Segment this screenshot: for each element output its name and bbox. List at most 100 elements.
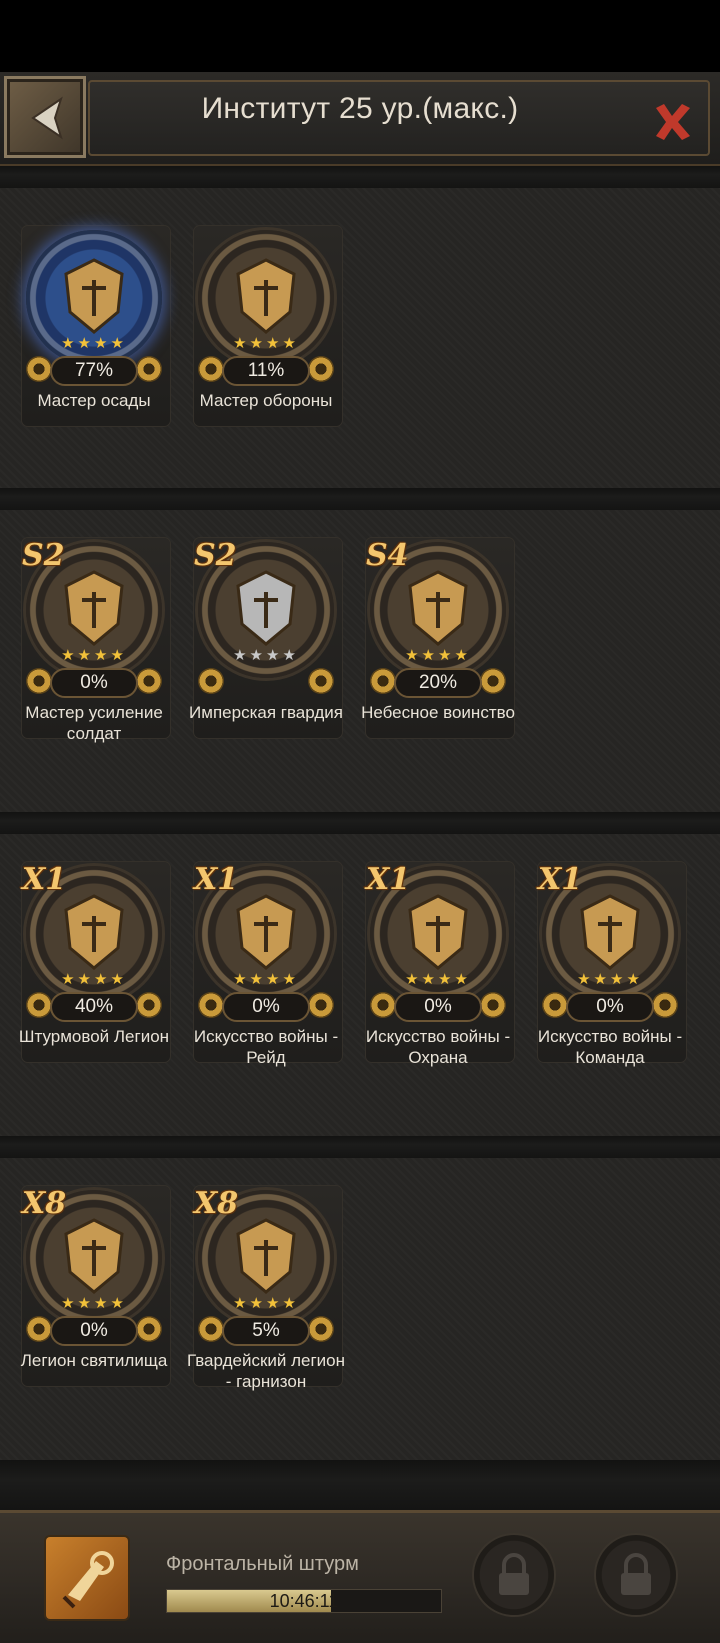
- plumed-helmet-icon: [64, 1218, 124, 1294]
- star-icon: ★: [405, 647, 422, 664]
- star-icon: ★: [577, 971, 594, 988]
- skill-name: Имперская гвардия: [189, 703, 343, 722]
- gear-icon: [136, 668, 162, 694]
- gear-icon: [542, 992, 568, 1018]
- skill-stars: ★★★★: [564, 970, 656, 988]
- gear-icon: [136, 356, 162, 382]
- gear-icon: [198, 356, 224, 382]
- gear-icon: [308, 1316, 334, 1342]
- skill-grade: X8: [194, 1186, 239, 1221]
- skill-grade: X1: [366, 862, 411, 897]
- skill-card[interactable]: ★★★★ 11% Мастер обороны: [186, 220, 346, 430]
- locked-slot[interactable]: [596, 1535, 676, 1615]
- skill-percent: 0%: [566, 992, 654, 1022]
- star-icon: ★: [94, 647, 111, 664]
- skill-percent: 20%: [394, 668, 482, 698]
- gear-icon: [26, 1316, 52, 1342]
- skill-card[interactable]: X1 ★★★★ 0% Искусство войны - Рейд: [186, 856, 346, 1067]
- star-icon: ★: [438, 647, 455, 664]
- skill-percent: 0%: [50, 668, 138, 698]
- star-icon: ★: [454, 971, 471, 988]
- skill-name: Штурмовой Легион: [18, 1027, 170, 1046]
- back-button[interactable]: [4, 76, 86, 158]
- star-icon: ★: [77, 335, 94, 352]
- skill-card[interactable]: ★★★★ 77% Мастер осады: [14, 220, 174, 430]
- crusader-helmet-icon: [408, 570, 468, 646]
- skill-percent: 0%: [394, 992, 482, 1022]
- skill-card[interactable]: X8 ★★★★ 0% Легион святилища: [14, 1180, 174, 1390]
- skill-card[interactable]: S4 ★★★★ 20% Небесное воинство: [358, 532, 518, 742]
- star-icon: ★: [282, 647, 299, 664]
- skill-card[interactable]: X1 ★★★★ 0% Искусство войны - Команда: [530, 856, 690, 1067]
- skill-stars: ★★★★: [48, 970, 140, 988]
- star-icon: ★: [282, 335, 299, 352]
- star-icon: ★: [233, 647, 250, 664]
- locked-slot[interactable]: [474, 1535, 554, 1615]
- star-icon: ★: [249, 971, 266, 988]
- star-icon: ★: [233, 335, 250, 352]
- star-icon: ★: [593, 971, 610, 988]
- section-divider: [0, 488, 720, 510]
- skill-stars: ★★★★: [48, 334, 140, 352]
- star-icon: ★: [94, 335, 111, 352]
- skill-name: Искусство войны - Рейд: [193, 1027, 339, 1067]
- star-icon: ★: [249, 1295, 266, 1312]
- skill-grade: X1: [22, 862, 67, 897]
- star-icon: ★: [438, 971, 455, 988]
- research-timer: 10:46:11: [269, 1591, 339, 1611]
- star-icon: ★: [77, 1295, 94, 1312]
- skill-name: Искусство войны - Охрана: [365, 1027, 511, 1067]
- crossed-axes-icon: [408, 894, 468, 970]
- gear-icon: [26, 668, 52, 694]
- header: Институт 25 ур.(макс.): [0, 72, 720, 167]
- skill-card[interactable]: S2 ★★★★ Имперская гвардия: [186, 532, 346, 742]
- gear-icon: [370, 992, 396, 1018]
- star-icon: ★: [249, 647, 266, 664]
- gear-icon: [370, 668, 396, 694]
- skill-stars: ★★★★: [220, 1294, 312, 1312]
- star-icon: ★: [233, 1295, 250, 1312]
- lock-icon: [499, 1553, 529, 1595]
- section-divider: [0, 1460, 720, 1510]
- skill-grade: X8: [22, 1186, 67, 1221]
- section-divider: [0, 812, 720, 834]
- skill-percent: 0%: [222, 992, 310, 1022]
- gear-icon: [136, 992, 162, 1018]
- star-icon: ★: [266, 647, 283, 664]
- star-icon: ★: [626, 971, 643, 988]
- star-icon: ★: [61, 647, 78, 664]
- war-horns-icon: [580, 894, 640, 970]
- skill-card[interactable]: S2 ★★★★ 0% Мастер усиление солдат: [14, 532, 174, 743]
- star-icon: ★: [610, 971, 627, 988]
- tower-icon: [236, 258, 296, 334]
- skill-percent: 11%: [222, 356, 310, 386]
- star-icon: ★: [110, 1295, 127, 1312]
- skill-name: Небесное воинство: [361, 703, 515, 722]
- star-icon: ★: [94, 971, 111, 988]
- skill-percent: 5%: [222, 1316, 310, 1346]
- star-icon: ★: [266, 335, 283, 352]
- skill-grade: S2: [194, 538, 237, 573]
- skill-grade: X1: [194, 862, 239, 897]
- gear-icon: [136, 1316, 162, 1342]
- skill-percent: 0%: [50, 1316, 138, 1346]
- gear-icon: [26, 356, 52, 382]
- star-icon: ★: [61, 971, 78, 988]
- skill-card[interactable]: X1 ★★★★ 0% Искусство войны - Охрана: [358, 856, 518, 1067]
- close-button[interactable]: [650, 100, 694, 144]
- horn-icon[interactable]: [46, 1537, 128, 1619]
- section-divider: [0, 1136, 720, 1158]
- gauntlet-icon: [64, 570, 124, 646]
- page-title: Институт 25 ур.(макс.): [201, 92, 519, 125]
- skill-name: Легион святилища: [20, 1351, 168, 1370]
- skill-stars: ★★★★: [392, 970, 484, 988]
- skill-grade: S2: [22, 538, 65, 573]
- skill-percent: 77%: [50, 356, 138, 386]
- skill-card[interactable]: X8 ★★★★ 5% Гвардейский легион - гарнизон: [186, 1180, 346, 1391]
- skill-stars: ★★★★: [220, 970, 312, 988]
- skill-card[interactable]: X1 ★★★★ 40% Штурмовой Легион: [14, 856, 174, 1066]
- bottom-bar: Фронтальный штурм 10:46:11: [0, 1510, 720, 1643]
- star-icon: ★: [233, 971, 250, 988]
- gear-icon: [198, 992, 224, 1018]
- current-research-label: Фронтальный штурм: [166, 1553, 359, 1575]
